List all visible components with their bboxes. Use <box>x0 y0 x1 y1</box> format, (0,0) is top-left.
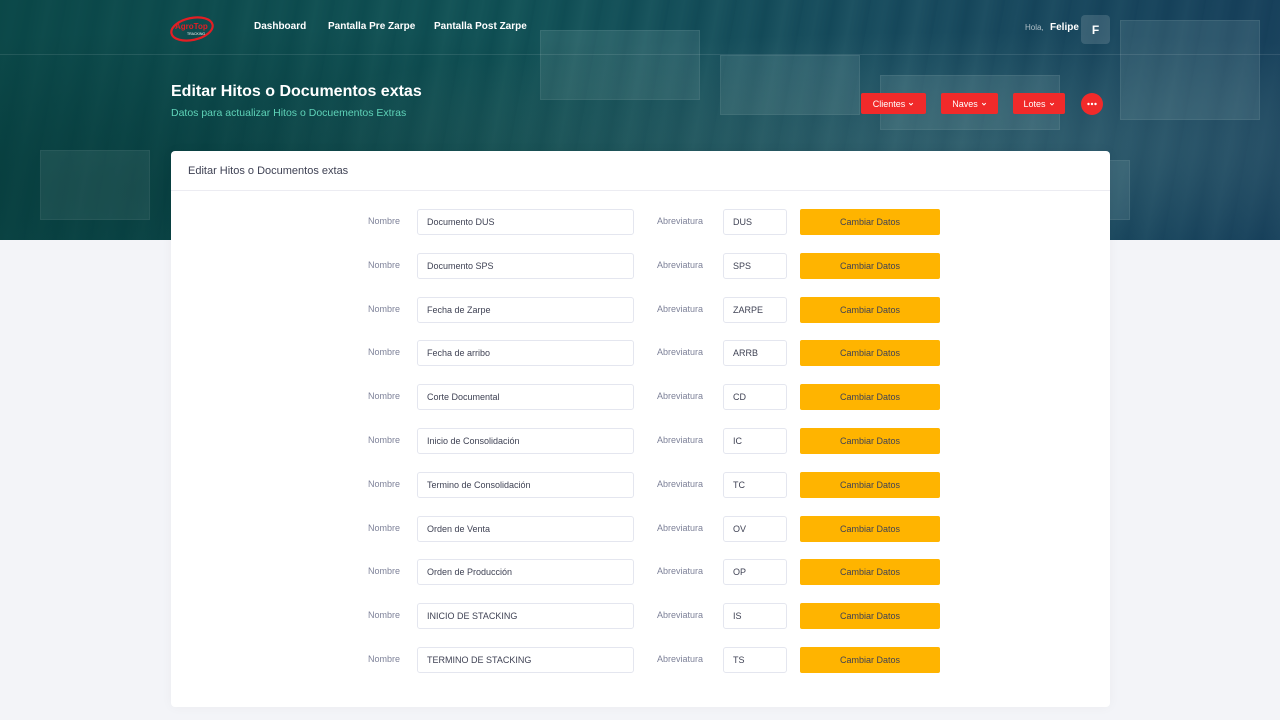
logo-subtext: TRACKING <box>187 32 205 36</box>
nav-pantalla-post-zarpe[interactable]: Pantalla Post Zarpe <box>434 21 527 32</box>
nombre-input[interactable] <box>417 340 634 366</box>
abreviatura-label: Abreviatura <box>657 566 704 576</box>
abreviatura-input[interactable] <box>723 209 787 235</box>
nombre-input[interactable] <box>417 428 634 454</box>
abreviatura-input[interactable] <box>723 559 787 585</box>
milestone-row: Nombre Abreviatura Cambiar Datos <box>171 253 1110 279</box>
nombre-label: Nombre <box>368 304 401 314</box>
abreviatura-input[interactable] <box>723 297 787 323</box>
nombre-input[interactable] <box>417 647 634 673</box>
cambiar-datos-button[interactable]: Cambiar Datos <box>800 472 940 498</box>
chevron-down-icon <box>1049 102 1054 106</box>
cambiar-datos-button[interactable]: Cambiar Datos <box>800 428 940 454</box>
abreviatura-label: Abreviatura <box>657 347 704 357</box>
logo-text: AgroTop <box>175 22 208 31</box>
milestone-row: Nombre Abreviatura Cambiar Datos <box>171 603 1110 629</box>
abreviatura-input[interactable] <box>723 428 787 454</box>
nombre-label: Nombre <box>368 479 401 489</box>
nombre-input[interactable] <box>417 384 634 410</box>
abreviatura-input[interactable] <box>723 384 787 410</box>
abreviatura-input[interactable] <box>723 647 787 673</box>
edit-milestones-card: Editar Hitos o Documentos extas Nombre Ab… <box>171 151 1110 707</box>
abreviatura-label: Abreviatura <box>657 654 704 664</box>
page-title: Editar Hitos o Documentos extas <box>171 83 422 100</box>
page-subtitle: Datos para actualizar Hitos o Docuemento… <box>171 107 407 119</box>
cambiar-datos-button[interactable]: Cambiar Datos <box>800 340 940 366</box>
abreviatura-input[interactable] <box>723 253 787 279</box>
nav-pantalla-pre-zarpe[interactable]: Pantalla Pre Zarpe <box>328 21 415 32</box>
chevron-down-icon <box>981 102 986 106</box>
cambiar-datos-button[interactable]: Cambiar Datos <box>800 209 940 235</box>
cambiar-datos-button[interactable]: Cambiar Datos <box>800 603 940 629</box>
nombre-input[interactable] <box>417 253 634 279</box>
milestone-row: Nombre Abreviatura Cambiar Datos <box>171 209 1110 235</box>
greeting-text: Hola, <box>1025 23 1044 32</box>
nombre-input[interactable] <box>417 297 634 323</box>
nombre-label: Nombre <box>368 260 401 270</box>
nombre-label: Nombre <box>368 347 401 357</box>
nombre-input[interactable] <box>417 516 634 542</box>
abreviatura-label: Abreviatura <box>657 391 704 401</box>
naves-label: Naves <box>952 98 978 109</box>
clientes-dropdown-button[interactable]: Clientes <box>861 93 926 114</box>
clientes-label: Clientes <box>872 98 906 109</box>
nombre-label: Nombre <box>368 523 401 533</box>
nombre-input[interactable] <box>417 603 634 629</box>
milestone-row: Nombre Abreviatura Cambiar Datos <box>171 472 1110 498</box>
agrotop-logo[interactable]: AgroTop TRACKING <box>170 14 216 44</box>
abreviatura-input[interactable] <box>723 516 787 542</box>
abreviatura-input[interactable] <box>723 472 787 498</box>
milestone-row: Nombre Abreviatura Cambiar Datos <box>171 559 1110 585</box>
more-options-button[interactable] <box>1081 93 1103 115</box>
abreviatura-input[interactable] <box>723 603 787 629</box>
milestone-row: Nombre Abreviatura Cambiar Datos <box>171 428 1110 454</box>
user-avatar[interactable]: F <box>1081 15 1110 44</box>
cambiar-datos-button[interactable]: Cambiar Datos <box>800 297 940 323</box>
user-name[interactable]: Felipe <box>1050 22 1079 33</box>
abreviatura-label: Abreviatura <box>657 216 704 226</box>
card-title: Editar Hitos o Documentos extas <box>171 151 1110 191</box>
nombre-label: Nombre <box>368 566 401 576</box>
cambiar-datos-button[interactable]: Cambiar Datos <box>800 253 940 279</box>
cambiar-datos-button[interactable]: Cambiar Datos <box>800 647 940 673</box>
nav-dashboard[interactable]: Dashboard <box>254 21 306 32</box>
abreviatura-label: Abreviatura <box>657 435 704 445</box>
abreviatura-label: Abreviatura <box>657 610 704 620</box>
nombre-label: Nombre <box>368 216 401 226</box>
nombre-label: Nombre <box>368 610 401 620</box>
milestone-row: Nombre Abreviatura Cambiar Datos <box>171 384 1110 410</box>
nombre-input[interactable] <box>417 472 634 498</box>
cambiar-datos-button[interactable]: Cambiar Datos <box>800 516 940 542</box>
milestone-row: Nombre Abreviatura Cambiar Datos <box>171 340 1110 366</box>
nombre-label: Nombre <box>368 391 401 401</box>
abreviatura-label: Abreviatura <box>657 304 704 314</box>
milestone-row: Nombre Abreviatura Cambiar Datos <box>171 297 1110 323</box>
nombre-label: Nombre <box>368 654 401 664</box>
abreviatura-label: Abreviatura <box>657 523 704 533</box>
nombre-input[interactable] <box>417 209 634 235</box>
abreviatura-label: Abreviatura <box>657 479 704 489</box>
lotes-label: Lotes <box>1023 98 1046 109</box>
top-navbar: AgroTop TRACKING Dashboard Pantalla Pre … <box>0 0 1280 55</box>
cambiar-datos-button[interactable]: Cambiar Datos <box>800 559 940 585</box>
lotes-dropdown-button[interactable]: Lotes <box>1013 93 1065 114</box>
chevron-down-icon <box>909 102 914 106</box>
milestone-row: Nombre Abreviatura Cambiar Datos <box>171 516 1110 542</box>
ellipsis-icon <box>1087 102 1097 106</box>
abreviatura-label: Abreviatura <box>657 260 704 270</box>
nombre-label: Nombre <box>368 435 401 445</box>
naves-dropdown-button[interactable]: Naves <box>941 93 998 114</box>
milestone-row: Nombre Abreviatura Cambiar Datos <box>171 647 1110 673</box>
cambiar-datos-button[interactable]: Cambiar Datos <box>800 384 940 410</box>
nombre-input[interactable] <box>417 559 634 585</box>
abreviatura-input[interactable] <box>723 340 787 366</box>
